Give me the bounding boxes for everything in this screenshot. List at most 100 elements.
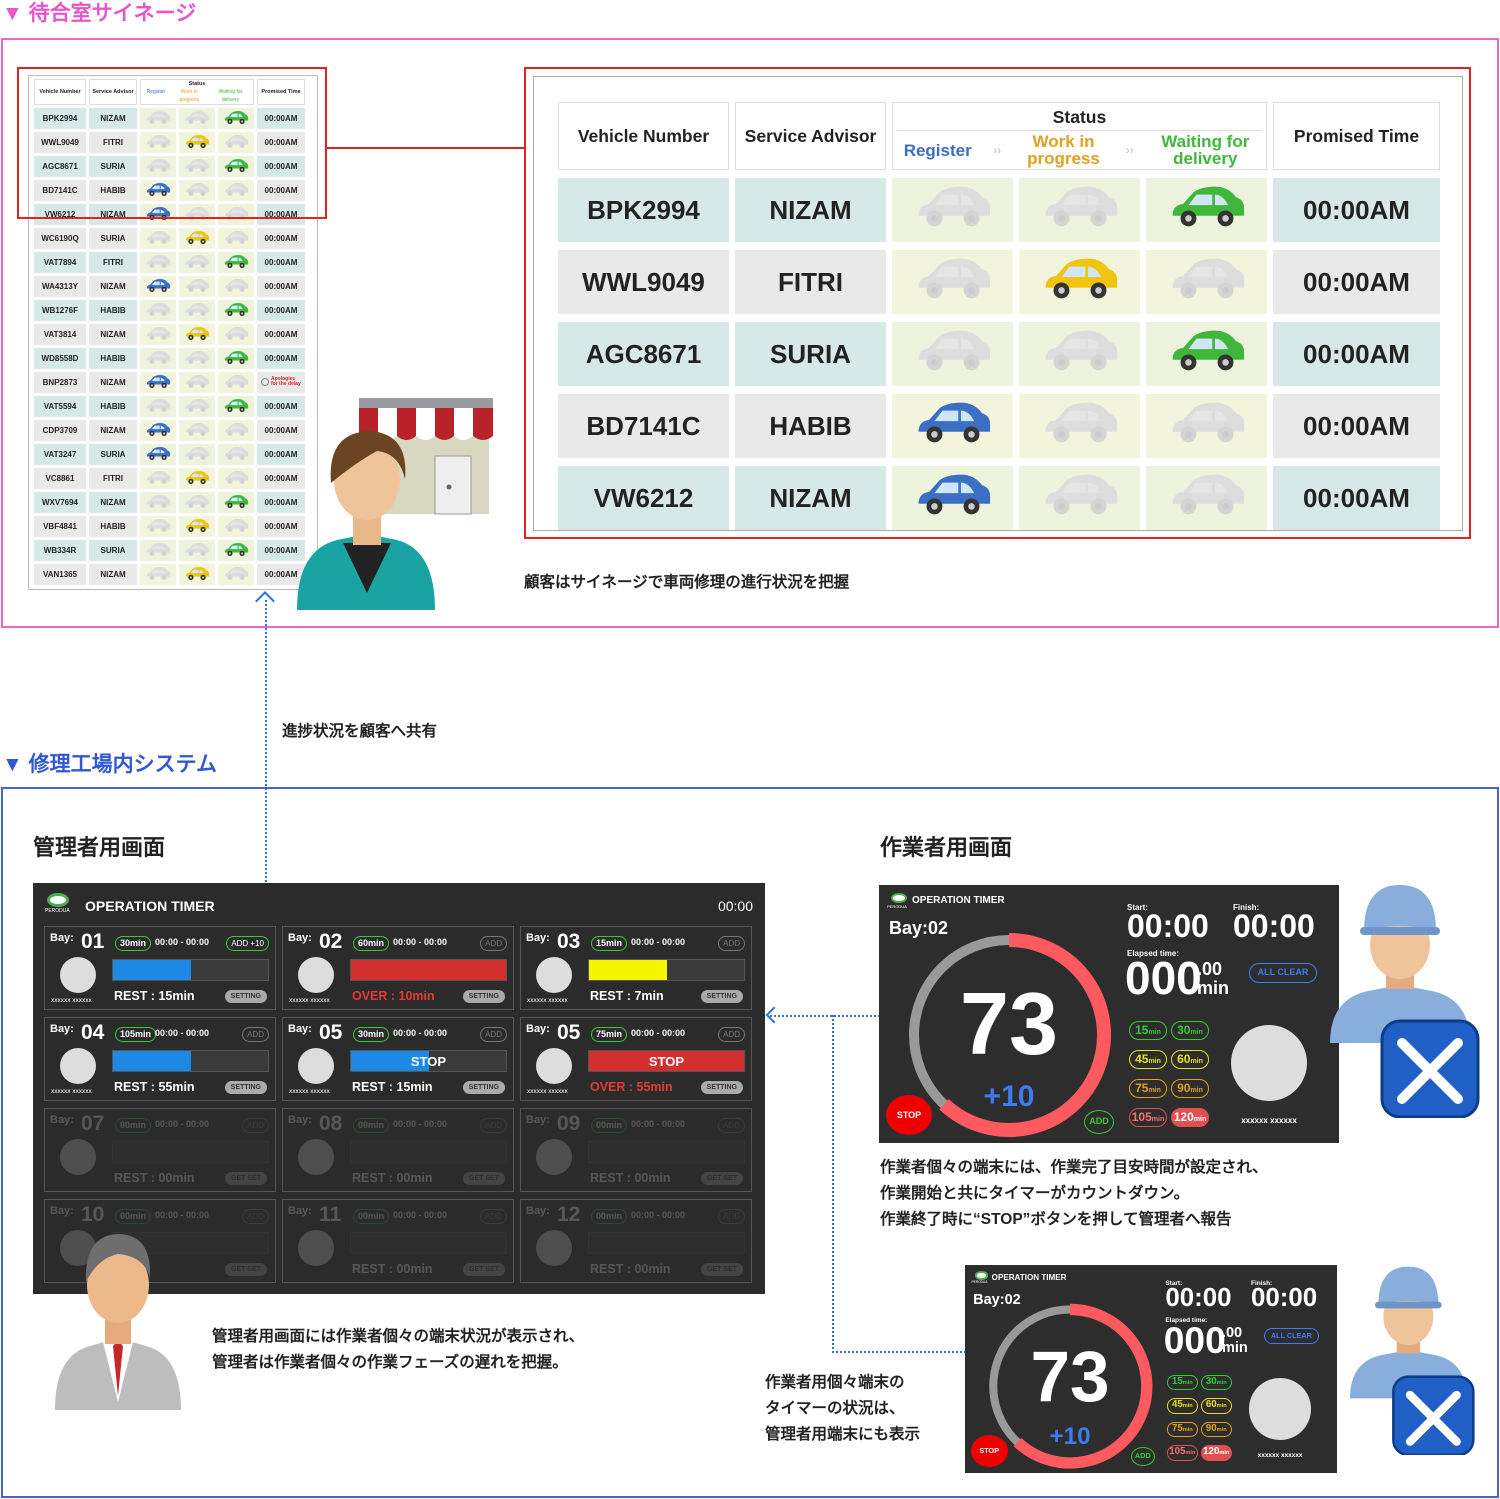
progress-status	[351, 960, 506, 980]
preset-time-button[interactable]: 75min	[1129, 1079, 1167, 1098]
add-button[interactable]: ADD	[242, 1209, 269, 1224]
car-icon	[184, 279, 210, 295]
car-icon	[184, 543, 210, 559]
share-note: 進捗状況を顧客へ共有	[282, 723, 438, 740]
rest-time: REST : 00min	[352, 1262, 433, 1276]
add-button[interactable]: ADD +10	[226, 936, 269, 951]
preset-time-button[interactable]: 105min	[1129, 1108, 1167, 1127]
car-icon	[145, 327, 171, 343]
extra-minutes: +10	[983, 1080, 1035, 1113]
bay-card[interactable]: Bay: 12 00min 00:00 - 00:00 ADD REST : 0…	[520, 1199, 752, 1283]
progress-status	[113, 1142, 268, 1162]
all-clear-button[interactable]: ALL CLEAR	[1249, 963, 1317, 983]
preset-time-button[interactable]: 45min	[1129, 1050, 1167, 1069]
add-button[interactable]: ADD	[718, 1209, 745, 1224]
vehicle-number-cell: WB1276F	[34, 300, 86, 321]
setting-button[interactable]: GET SET	[225, 1172, 267, 1185]
bay-label: Bay:	[288, 1205, 312, 1217]
stop-button[interactable]: STOP	[970, 1434, 1008, 1467]
add-button[interactable]: ADD	[480, 1209, 507, 1224]
preset-time-button[interactable]: 45min	[1167, 1398, 1198, 1414]
preset-time-button[interactable]: 60min	[1171, 1050, 1209, 1069]
time-range: 00:00 - 00:00	[631, 1119, 686, 1129]
preset-time-button[interactable]: 75min	[1167, 1421, 1198, 1438]
bay-card[interactable]: Bay: 08 00min 00:00 - 00:00 ADD REST : 0…	[282, 1108, 514, 1192]
bay-number: 02	[319, 930, 343, 953]
service-advisor-cell: NIZAM	[89, 276, 137, 297]
setting-button[interactable]: GET SET	[463, 1263, 505, 1276]
avatar	[60, 957, 96, 993]
add-button[interactable]: ADD	[718, 1118, 745, 1133]
status-register-cell	[892, 250, 1013, 314]
preset-time-button[interactable]: 90min	[1200, 1421, 1232, 1438]
car-icon	[184, 495, 210, 511]
worker-avatar-icon	[1330, 885, 1480, 1118]
section-title-factory: ▼ 修理工場内システム	[2, 753, 217, 776]
bay-card[interactable]: Bay: 02 60min 00:00 - 00:00 ADD xxxxxx x…	[282, 926, 514, 1010]
signage-row: WXV7694 NIZAM 00:00AM	[34, 492, 305, 513]
car-icon	[145, 351, 171, 367]
setting-button[interactable]: SETTING	[462, 990, 505, 1003]
bay-card[interactable]: Bay: 07 00min 00:00 - 00:00 ADD REST : 0…	[44, 1108, 276, 1192]
add-button[interactable]: ADD	[718, 936, 745, 951]
bay-card[interactable]: Bay: 04 105min 00:00 - 00:00 ADD xxxxxx …	[44, 1017, 276, 1101]
vehicle-number-cell: VAT3247	[34, 444, 86, 465]
add-button[interactable]: ADD	[1130, 1446, 1155, 1467]
setting-button[interactable]: SETTING	[700, 990, 743, 1003]
preset-time-button[interactable]: 30min	[1200, 1374, 1232, 1391]
bay-card[interactable]: Bay: 03 15min 00:00 - 00:00 ADD xxxxxx x…	[520, 926, 752, 1010]
setting-button[interactable]: SETTING	[224, 1081, 267, 1094]
setting-button[interactable]: SETTING	[700, 1081, 743, 1094]
status-waiting-cell	[218, 396, 254, 417]
setting-button[interactable]: GET SET	[701, 1263, 743, 1276]
bay-label: Bay:	[526, 932, 550, 944]
add-button[interactable]: ADD	[480, 1118, 507, 1133]
add-button[interactable]: ADD	[718, 1027, 745, 1042]
bay-card[interactable]: Bay: 05 30min 00:00 - 00:00 ADD xxxxxx x…	[282, 1017, 514, 1101]
preset-value: 45	[1171, 1399, 1183, 1411]
add-button[interactable]: ADD	[1084, 1110, 1114, 1134]
preset-time-button[interactable]: 105min	[1167, 1445, 1198, 1461]
preset-time-button[interactable]: 120min	[1200, 1445, 1232, 1461]
setting-button[interactable]: SETTING	[462, 1081, 505, 1094]
time-range: 00:00 - 00:00	[631, 1210, 686, 1220]
setting-button[interactable]: GET SET	[463, 1172, 505, 1185]
car-icon	[223, 303, 249, 319]
signage-row: VW6212 NIZAM 00:00AM	[558, 466, 1440, 530]
worker-name: xxxxxx xxxxxx	[527, 1088, 568, 1095]
vehicle-number-cell: BD7141C	[558, 394, 729, 458]
vehicle-number-cell: BNP2873	[34, 372, 86, 393]
add-button[interactable]: ADD	[242, 1027, 269, 1042]
stop-button[interactable]: STOP	[886, 1095, 932, 1135]
add-button[interactable]: ADD	[480, 1027, 507, 1042]
setting-button[interactable]: SETTING	[224, 990, 267, 1003]
service-advisor-cell: SURIA	[89, 228, 137, 249]
preset-time-button[interactable]: 15min	[1167, 1374, 1198, 1391]
add-button[interactable]: ADD	[242, 1118, 269, 1133]
preset-time-button[interactable]: 15min	[1129, 1021, 1167, 1040]
bay-card[interactable]: Bay: 05 75min 00:00 - 00:00 ADD xxxxxx x…	[520, 1017, 752, 1101]
target-time-pill: 60min	[353, 936, 390, 951]
vehicle-number-cell: WB334R	[34, 540, 86, 561]
preset-time-button[interactable]: 30min	[1171, 1021, 1209, 1040]
bay-card[interactable]: Bay: 09 00min 00:00 - 00:00 ADD REST : 0…	[520, 1108, 752, 1192]
vehicle-number-cell: BPK2994	[558, 178, 729, 242]
preset-time-button[interactable]: 120min	[1171, 1108, 1209, 1127]
add-button[interactable]: ADD	[480, 936, 507, 951]
preset-time-button[interactable]: 90min	[1171, 1079, 1209, 1098]
status-work-cell	[179, 324, 215, 345]
rest-time: REST : 55min	[114, 1080, 195, 1094]
setting-button[interactable]: GET SET	[701, 1172, 743, 1185]
bay-card[interactable]: Bay: 01 30min 00:00 - 00:00 ADD +10 xxxx…	[44, 926, 276, 1010]
preset-time-button[interactable]: 60min	[1200, 1398, 1232, 1414]
zoom-connector-line	[327, 147, 524, 149]
service-advisor-cell: NIZAM	[89, 564, 137, 585]
status-register-cell	[892, 178, 1013, 242]
all-clear-button[interactable]: ALL CLEAR	[1263, 1328, 1319, 1345]
bay-card[interactable]: Bay: 11 00min 00:00 - 00:00 ADD REST : 0…	[282, 1199, 514, 1283]
status-waiting-cell	[218, 324, 254, 345]
finish-time: 00:00	[1251, 1283, 1318, 1312]
setting-button[interactable]: GET SET	[225, 1263, 267, 1276]
car-icon	[223, 231, 249, 247]
avatar	[298, 1139, 334, 1175]
